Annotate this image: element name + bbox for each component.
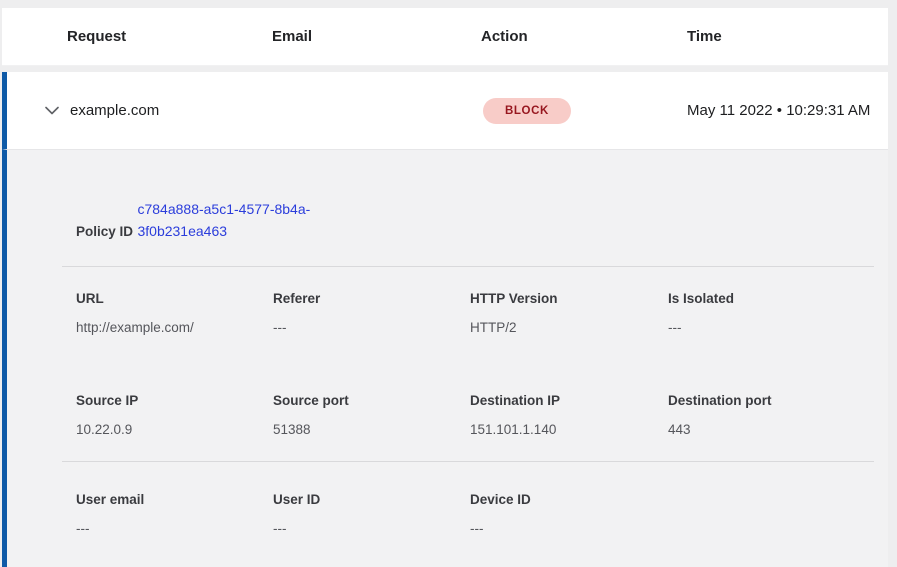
field-label: Referer	[273, 289, 470, 309]
field-value: http://example.com/	[76, 318, 273, 338]
detail-cell-destination-ip: Destination IP 151.101.1.140	[470, 391, 668, 440]
row-request-value: example.com	[70, 102, 272, 119]
field-value: 443	[668, 420, 874, 440]
detail-cell-is-isolated: Is Isolated ---	[668, 289, 874, 338]
field-label: HTTP Version	[470, 289, 668, 309]
policy-id-label: Policy ID	[76, 224, 133, 239]
detail-row-user: User email --- User ID --- Device ID ---	[76, 490, 874, 539]
field-label: Destination port	[668, 391, 874, 411]
field-label: Source IP	[76, 391, 273, 411]
field-value: 151.101.1.140	[470, 420, 668, 440]
section-divider	[62, 461, 874, 462]
field-value: ---	[668, 318, 874, 338]
chevron-down-icon[interactable]	[44, 103, 60, 119]
detail-cell-http-version: HTTP Version HTTP/2	[470, 289, 668, 338]
field-value: ---	[273, 318, 470, 338]
field-label: Is Isolated	[668, 289, 874, 309]
detail-cell-user-id: User ID ---	[273, 490, 470, 539]
section-divider	[62, 266, 874, 267]
column-header-action: Action	[481, 28, 687, 45]
detail-cell-source-ip: Source IP 10.22.0.9	[76, 391, 273, 440]
table-header-row: Request Email Action Time	[2, 8, 888, 66]
detail-cell-referer: Referer ---	[273, 289, 470, 338]
detail-cell-source-port: Source port 51388	[273, 391, 470, 440]
field-label: User email	[76, 490, 273, 510]
log-table-card: Request Email Action Time example.com BL…	[2, 8, 888, 567]
policy-section: Policy ID c784a888-a5c1-4577-8b4a-3f0b23…	[76, 186, 874, 242]
detail-cell-empty	[668, 490, 874, 539]
field-value: 10.22.0.9	[76, 420, 273, 440]
column-header-time: Time	[687, 28, 888, 45]
row-detail-panel: Policy ID c784a888-a5c1-4577-8b4a-3f0b23…	[2, 150, 888, 567]
field-label: Source port	[273, 391, 470, 411]
row-action-cell: BLOCK	[481, 98, 687, 124]
field-label: Destination IP	[470, 391, 668, 411]
detail-cell-url: URL http://example.com/	[76, 289, 273, 338]
field-value: ---	[273, 519, 470, 539]
detail-cell-user-email: User email ---	[76, 490, 273, 539]
status-badge: BLOCK	[483, 98, 571, 124]
detail-row-network: Source IP 10.22.0.9 Source port 51388 De…	[76, 391, 874, 440]
field-label: Device ID	[470, 490, 668, 510]
column-header-request: Request	[67, 28, 272, 45]
table-row[interactable]: example.com BLOCK May 11 2022 • 10:29:31…	[2, 72, 888, 150]
policy-id-link[interactable]: c784a888-a5c1-4577-8b4a-3f0b231ea463	[137, 198, 337, 242]
field-value: HTTP/2	[470, 318, 668, 338]
field-value: ---	[470, 519, 668, 539]
field-value: 51388	[273, 420, 470, 440]
field-value: ---	[76, 519, 273, 539]
detail-row-http: URL http://example.com/ Referer --- HTTP…	[76, 289, 874, 338]
field-label: User ID	[273, 490, 470, 510]
column-header-email: Email	[272, 28, 481, 45]
row-time-value: May 11 2022 • 10:29:31 AM	[687, 99, 879, 123]
detail-cell-device-id: Device ID ---	[470, 490, 668, 539]
detail-cell-destination-port: Destination port 443	[668, 391, 874, 440]
field-label: URL	[76, 289, 273, 309]
